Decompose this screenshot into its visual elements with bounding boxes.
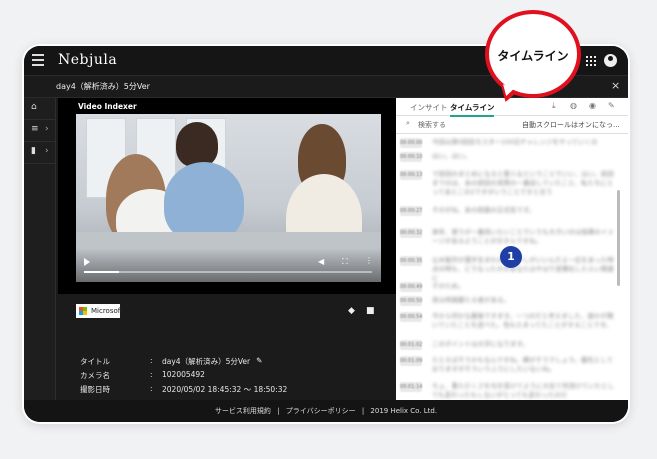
main-content: Video Indexer ◀ ⛶ ⋮ Microsoft ◆ ■ タイトル:… xyxy=(56,98,398,400)
timestamp-badge[interactable]: 00:00:00 xyxy=(400,138,422,148)
meta-value: day4（解析済み）5分Ver xyxy=(162,357,251,366)
microsoft-squares-icon xyxy=(79,307,87,315)
video-player: Video Indexer ◀ ⛶ ⋮ xyxy=(58,98,398,294)
rail-item-list[interactable]: ≡ › xyxy=(24,120,56,142)
timestamp-badge[interactable]: 00:00:27 xyxy=(400,206,422,216)
footer-terms-link[interactable]: サービス利用規約 xyxy=(215,407,271,415)
hamburger-menu-icon[interactable] xyxy=(32,54,44,66)
meta-colon: : xyxy=(150,356,153,365)
transcript-text: そのがね、あの前面の正式名です。 xyxy=(432,206,536,214)
rail-item-home[interactable]: ⌂ xyxy=(24,98,56,120)
tab-insights[interactable]: インサイト xyxy=(410,102,448,113)
rail-item-stats[interactable]: ▮ › xyxy=(24,142,56,164)
transcript-text: たとえばそうかもなんですね。横がそうでしょう。優先としておりますがそういうふうに… xyxy=(432,356,614,373)
volume-icon[interactable]: ◀ xyxy=(318,257,324,266)
fullscreen-icon[interactable]: ⛶ xyxy=(342,257,348,267)
close-icon[interactable]: × xyxy=(611,79,620,92)
transcript-text: 今から何かな最後ですます。一つのだと考えました、誰かが聞いていたことを述べた。色… xyxy=(432,312,614,329)
seek-bar-progress xyxy=(84,271,119,273)
person-center-shirt xyxy=(164,162,244,242)
seek-bar[interactable] xyxy=(84,271,372,273)
chevron-right-icon: › xyxy=(45,146,49,156)
microsoft-logo: Microsoft xyxy=(76,304,123,318)
meta-colon: : xyxy=(150,370,153,379)
timestamp-badge[interactable]: 00:00:35 xyxy=(400,256,422,266)
meta-key: カメラ名 xyxy=(80,371,110,380)
edit-pencil-icon[interactable]: ✎ xyxy=(608,101,615,110)
globe-icon[interactable]: ◍ xyxy=(570,101,577,110)
step-badge: 1 xyxy=(500,246,522,268)
transcript-text: 実は両親最たる者がある。 xyxy=(432,296,510,304)
video-title: day4（解析済み）5分Ver xyxy=(56,82,150,91)
more-options-icon[interactable]: ⋮ xyxy=(365,256,373,265)
timestamp-badge[interactable]: 00:00:54 xyxy=(400,312,422,322)
transcript-text: ちょ、重ただくさを与を受けてように大化て何流けていたとしても変わったもしないがと… xyxy=(432,382,614,399)
transcript-text: 公木製作が選手生まれがもう少しがいいんだよ一応をあった時点の時も、どうなったかが… xyxy=(432,256,614,282)
timestamp-badge[interactable]: 00:00:50 xyxy=(400,296,422,306)
video-frame[interactable]: ◀ ⛶ ⋮ xyxy=(76,114,381,282)
search-input[interactable]: 検索する xyxy=(418,120,446,130)
meta-value: 102005492 xyxy=(162,370,205,379)
meta-row-datetime: 撮影日時 : 2020/05/02 18:45:32 ～ 18:50:32 xyxy=(80,384,287,398)
person-center-head xyxy=(176,122,218,167)
edit-pencil-icon[interactable]: ✎ xyxy=(256,356,262,370)
timestamp-badge[interactable]: 00:01:09 xyxy=(400,356,422,366)
footer-separator: | xyxy=(361,407,365,415)
meta-colon: : xyxy=(150,384,153,393)
bar-chart-icon: ▮ xyxy=(31,146,36,156)
footer-privacy-link[interactable]: プライバシーポリシー xyxy=(286,407,356,415)
timestamp-badge[interactable]: 00:01:14 xyxy=(400,382,422,392)
trash-icon[interactable]: ■ xyxy=(366,306,375,316)
player-controls: ◀ ⛶ ⋮ xyxy=(76,248,381,282)
timestamp-badge[interactable]: 00:00:49 xyxy=(400,282,422,292)
tab-timeline[interactable]: タイムライン xyxy=(450,102,495,117)
footer-copyright: 2019 Helix Co. Ltd. xyxy=(370,407,438,415)
brand-logo: Nebjula xyxy=(58,52,118,68)
transcript-text: そのため。 xyxy=(432,282,465,290)
meta-key: タイトル xyxy=(80,357,110,366)
video-indexer-label: Video Indexer xyxy=(78,102,137,111)
app-grid-icon[interactable] xyxy=(586,56,596,66)
footer: サービス利用規約 | プライバシーポリシー | 2019 Helix Co. L… xyxy=(24,400,628,422)
user-account-icon[interactable] xyxy=(604,54,617,67)
download-icon[interactable]: ⤓ xyxy=(552,101,556,111)
meta-key: 撮影日時 xyxy=(80,385,110,394)
timeline-callout: タイムライン xyxy=(485,10,581,98)
search-row: ⌕ 検索する 自動スクロールはオンになっ... xyxy=(396,116,628,134)
list-icon: ≡ xyxy=(31,124,39,134)
footer-separator: | xyxy=(277,407,280,415)
transcript-text: はい。はい。 xyxy=(432,152,471,160)
timestamp-badge[interactable]: 00:01:02 xyxy=(400,340,422,350)
video-metadata: タイトル : day4（解析済み）5分Ver ✎ カメラ名 : 10200549… xyxy=(80,356,287,398)
auto-scroll-toggle[interactable]: 自動スクロールはオンになっ... xyxy=(522,120,620,130)
transcript-text: 来年、使うが一番改いたいことでいうも大きいのは指導のイメージがあるようことが示す… xyxy=(432,228,614,245)
callout-text: タイムライン xyxy=(497,49,569,63)
left-rail: ⌂ ≡ › ▮ › xyxy=(24,98,56,400)
tag-icon[interactable]: ◆ xyxy=(348,306,355,316)
timestamp-badge[interactable]: 00:00:13 xyxy=(400,170,422,180)
transcript-text: 今回は第0回目モスター100日チャレンジをやっていくの xyxy=(432,138,598,146)
app-window: Nebjula day4（解析済み）5分Ver × ⌂ ≡ › ▮ › Video … xyxy=(24,46,628,422)
meta-value: 2020/05/02 18:45:32 ～ 18:50:32 xyxy=(162,385,288,394)
meta-row-title: タイトル : day4（解析済み）5分Ver ✎ xyxy=(80,356,287,370)
play-icon[interactable] xyxy=(84,258,90,266)
chevron-right-icon: › xyxy=(45,124,49,134)
timestamp-badge[interactable]: 00:00:32 xyxy=(400,228,422,238)
eye-icon[interactable]: ◉ xyxy=(589,101,596,110)
device-frame: Nebjula day4（解析済み）5分Ver × ⌂ ≡ › ▮ › Video … xyxy=(22,44,630,424)
meta-row-camera: カメラ名 : 102005492 xyxy=(80,370,287,384)
timeline-scrollbar[interactable] xyxy=(617,190,620,286)
transcript-text: で前回のまとめになると愛人なということでいい、はい。前回までのは、あの前回の実際… xyxy=(432,170,614,196)
home-icon: ⌂ xyxy=(31,102,37,112)
search-icon: ⌕ xyxy=(406,119,410,127)
transcript-text: このポイントは大学になります。 xyxy=(432,340,529,348)
microsoft-logo-text: Microsoft xyxy=(91,307,123,315)
timestamp-badge[interactable]: 00:00:10 xyxy=(400,152,422,162)
